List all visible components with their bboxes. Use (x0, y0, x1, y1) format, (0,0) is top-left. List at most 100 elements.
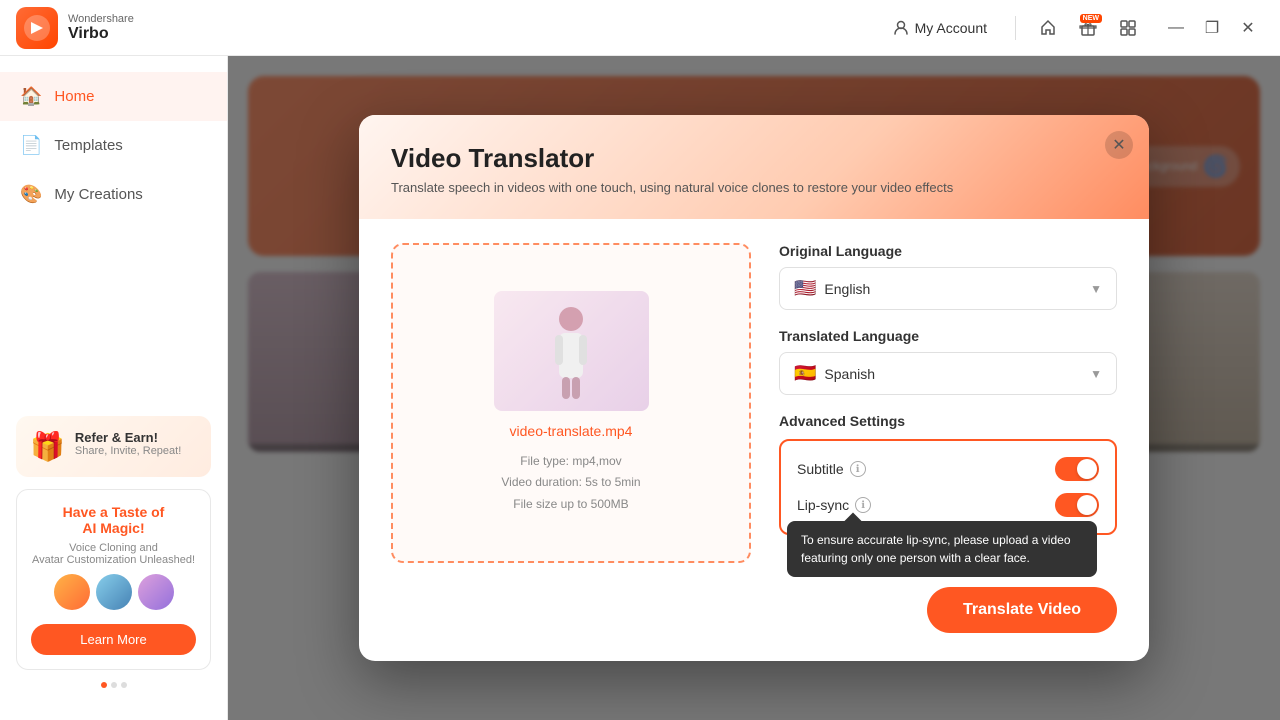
translated-language-select[interactable]: 🇪🇸 Spanish ▼ (779, 352, 1117, 395)
subtitle-label-group: Subtitle ℹ (797, 461, 866, 477)
sidebar-templates-label: Templates (54, 137, 122, 154)
title-bar-right: My Account NEW (881, 12, 1264, 44)
original-language-select[interactable]: 🇺🇸 English ▼ (779, 267, 1117, 310)
file-name: video-translate.mp4 (510, 423, 633, 439)
refer-subtitle: Share, Invite, Repeat! (75, 445, 181, 457)
original-language-value: 🇺🇸 English (794, 278, 870, 299)
sidebar-item-home[interactable]: 🏠 Home (0, 72, 227, 121)
sidebar-item-my-creations[interactable]: 🎨 My Creations (0, 170, 227, 219)
upload-area[interactable]: video-translate.mp4 File type: mp4,mov V… (391, 243, 751, 563)
title-bar-left: Wondershare Virbo (16, 7, 134, 49)
refer-icon: 🎁 (30, 430, 65, 463)
subtitle-row: Subtitle ℹ (797, 457, 1099, 481)
upload-preview (494, 291, 649, 411)
video-translator-modal: Video Translator Translate speech in vid… (359, 115, 1149, 661)
sidebar-home-label: Home (54, 88, 94, 105)
home-icon-btn[interactable] (1032, 12, 1064, 44)
original-language-text: English (824, 281, 870, 297)
translated-language-value: 🇪🇸 Spanish (794, 363, 875, 384)
ai-magic-title-plain: Have a Taste of (63, 504, 165, 520)
ai-magic-title-accent: AI Magic! (82, 520, 144, 536)
restore-button[interactable]: ❐ (1196, 12, 1228, 44)
grid-icon (1119, 19, 1137, 37)
dot-3 (121, 682, 127, 688)
home-sidebar-icon: 🏠 (20, 86, 42, 107)
titlebar-icons: NEW (1032, 12, 1144, 44)
original-language-group: Original Language 🇺🇸 English ▼ (779, 243, 1117, 310)
my-account-label: My Account (915, 20, 987, 36)
minimize-button[interactable]: — (1160, 12, 1192, 44)
translate-video-button[interactable]: Translate Video (927, 587, 1117, 633)
app-name: Wondershare Virbo (68, 13, 134, 43)
original-language-label: Original Language (779, 243, 1117, 259)
ai-magic-subtitle: Voice Cloning andAvatar Customization Un… (31, 542, 196, 566)
content-area: Transparent Background 🌀 rper-Promotion (228, 56, 1280, 720)
titlebar-divider (1015, 16, 1016, 40)
video-duration: Video duration: 5s to 5min (501, 472, 640, 494)
sidebar-creations-label: My Creations (54, 186, 142, 203)
dot-2 (111, 682, 117, 688)
modal-subtitle: Translate speech in videos with one touc… (391, 180, 1117, 195)
advanced-settings-label: Advanced Settings (779, 413, 1117, 429)
refer-text: Refer & Earn! Share, Invite, Repeat! (75, 430, 181, 457)
sidebar: 🏠 Home 📄 Templates 🎨 My Creations 🎁 Refe… (0, 56, 228, 720)
advanced-settings-group: Advanced Settings Subtitle ℹ (779, 413, 1117, 535)
ai-magic-title: Have a Taste of AI Magic! (31, 504, 196, 536)
lipsync-toggle-knob (1077, 495, 1097, 515)
translated-language-label: Translated Language (779, 328, 1117, 344)
modal-header: Video Translator Translate speech in vid… (359, 115, 1149, 219)
refer-card[interactable]: 🎁 Refer & Earn! Share, Invite, Repeat! (16, 416, 211, 477)
new-badge: NEW (1080, 14, 1102, 23)
lipsync-tooltip: To ensure accurate lip-sync, please uplo… (787, 521, 1097, 577)
original-flag: 🇺🇸 (794, 278, 816, 299)
templates-sidebar-icon: 📄 (20, 135, 42, 156)
ai-avatar-1 (54, 574, 90, 610)
lipsync-row: Lip-sync ℹ To ensure accurat (797, 493, 1099, 517)
modal-overlay: Video Translator Translate speech in vid… (228, 56, 1280, 720)
settings-panel: Original Language 🇺🇸 English ▼ (779, 243, 1117, 563)
person-figure (541, 301, 601, 401)
title-bar: Wondershare Virbo My Account (0, 0, 1280, 56)
lipsync-label: Lip-sync (797, 497, 849, 513)
file-type: File type: mp4,mov (501, 451, 640, 473)
home-icon (1039, 19, 1057, 37)
main-layout: 🏠 Home 📄 Templates 🎨 My Creations 🎁 Refe… (0, 56, 1280, 720)
app-window: Wondershare Virbo My Account (0, 0, 1280, 720)
original-language-chevron: ▼ (1090, 282, 1102, 296)
my-account-button[interactable]: My Account (881, 14, 999, 42)
translated-language-text: Spanish (824, 366, 875, 382)
dot-1 (101, 682, 107, 688)
modal-title: Video Translator (391, 143, 1117, 174)
window-controls: — ❐ ✕ (1160, 12, 1264, 44)
subtitle-label: Subtitle (797, 461, 844, 477)
sidebar-bottom: 🎁 Refer & Earn! Share, Invite, Repeat! H… (0, 400, 227, 704)
subtitle-toggle[interactable] (1055, 457, 1099, 481)
account-icon (893, 20, 909, 36)
my-creations-sidebar-icon: 🎨 (20, 184, 42, 205)
lipsync-label-group: Lip-sync ℹ (797, 497, 871, 513)
subtitle-toggle-knob (1077, 459, 1097, 479)
close-button[interactable]: ✕ (1232, 12, 1264, 44)
refer-title: Refer & Earn! (75, 430, 181, 445)
sidebar-dots (16, 682, 211, 688)
translated-language-group: Translated Language 🇪🇸 Spanish ▼ (779, 328, 1117, 395)
lipsync-toggle[interactable] (1055, 493, 1099, 517)
advanced-settings-box: Subtitle ℹ (779, 439, 1117, 535)
ai-avatar-2 (96, 574, 132, 610)
brand-top: Wondershare (68, 13, 134, 25)
learn-more-button[interactable]: Learn More (31, 624, 196, 655)
translated-language-chevron: ▼ (1090, 367, 1102, 381)
ai-magic-images (31, 574, 196, 610)
file-size: File size up to 500MB (501, 494, 640, 516)
app-logo (16, 7, 58, 49)
translated-flag: 🇪🇸 (794, 363, 816, 384)
subtitle-info-icon[interactable]: ℹ (850, 461, 866, 477)
modal-body: video-translate.mp4 File type: mp4,mov V… (359, 219, 1149, 587)
gift-icon-btn[interactable]: NEW (1072, 12, 1104, 44)
lipsync-info-icon[interactable]: ℹ (855, 497, 871, 513)
sidebar-item-templates[interactable]: 📄 Templates (0, 121, 227, 170)
grid-icon-btn[interactable] (1112, 12, 1144, 44)
lipsync-tooltip-text: To ensure accurate lip-sync, please uplo… (801, 533, 1071, 565)
modal-close-button[interactable]: ✕ (1105, 131, 1133, 159)
modal-footer: Translate Video (359, 587, 1149, 661)
